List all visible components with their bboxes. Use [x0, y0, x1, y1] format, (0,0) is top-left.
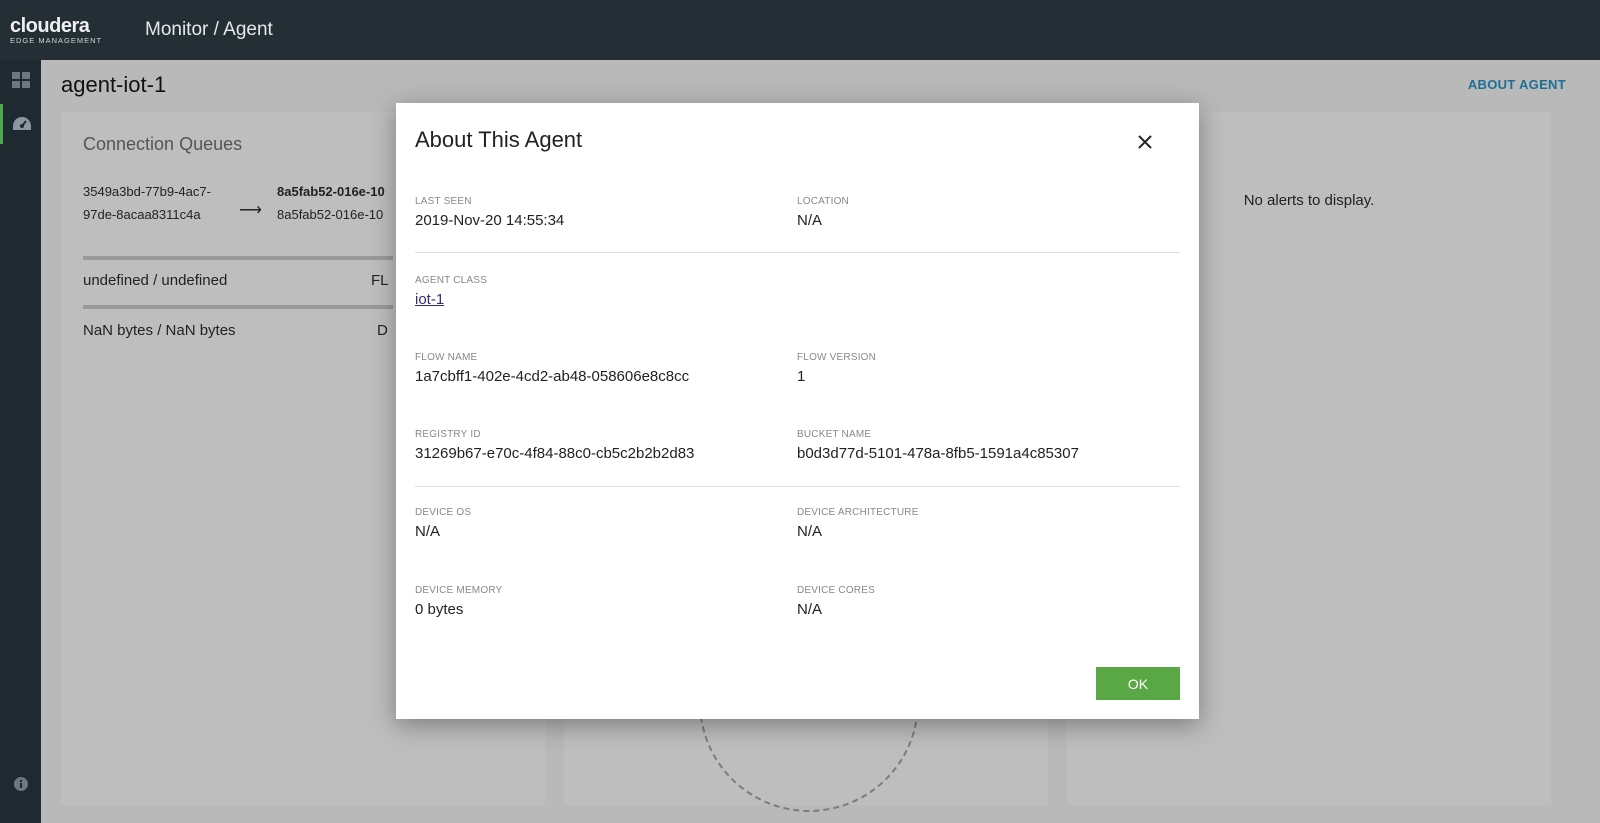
field-value: N/A [797, 212, 823, 229]
page-title: agent-iot-1 [61, 72, 167, 97]
field-label: DEVICE CORES [797, 585, 875, 596]
flow-name-field: FLOW NAME 1a7cbff1-402e-4cd2-ab48-058606… [415, 352, 689, 385]
agent-class-field: AGENT CLASS iot-1 [415, 275, 487, 308]
field-label: FLOW NAME [415, 352, 478, 363]
bytes-progress-bar [83, 305, 393, 309]
field-label: DEVICE OS [415, 507, 472, 518]
device-memory-field: DEVICE MEMORY 0 bytes [415, 585, 502, 618]
flowfiles-stat-right: FL [371, 272, 389, 289]
queue-destination-id: 8a5fab52-016e-10 [277, 207, 384, 222]
field-label: DEVICE ARCHITECTURE [797, 507, 919, 518]
field-value: 31269b67-e70c-4f84-88c0-cb5c2b2b2d83 [415, 445, 695, 462]
gauge-icon[interactable] [0, 104, 41, 144]
field-label: FLOW VERSION [797, 352, 877, 363]
arrow-right-icon: ⟶ [239, 202, 262, 219]
field-value: 2019-Nov-20 14:55:34 [415, 212, 565, 229]
field-label: LAST SEEN [415, 196, 472, 207]
field-value: N/A [415, 523, 441, 540]
logo-sub: EDGE MANAGEMENT [10, 35, 103, 45]
device-os-field: DEVICE OS N/A [415, 507, 471, 540]
queue-destination-name: 8a5fab52-016e-10 [277, 184, 385, 199]
field-value: b0d3d77d-5101-478a-8fb5-1591a4c85307 [797, 445, 1079, 462]
about-agent-link[interactable]: ABOUT AGENT [1468, 77, 1566, 92]
logo-main: cloudera [10, 14, 90, 37]
field-value: N/A [797, 523, 823, 540]
field-label: LOCATION [797, 196, 849, 207]
top-bar: cloudera EDGE MANAGEMENT Monitor / Agent [0, 0, 1600, 60]
info-icon[interactable] [0, 764, 41, 804]
flow-version-field: FLOW VERSION 1 [797, 352, 876, 385]
field-value-wrap: iot-1 [415, 291, 487, 308]
dialog-title: About This Agent [415, 127, 583, 152]
field-value: N/A [797, 601, 823, 618]
logo[interactable]: cloudera EDGE MANAGEMENT [0, 16, 145, 45]
close-icon[interactable] [1132, 129, 1158, 155]
divider [415, 486, 1180, 487]
location-field: LOCATION N/A [797, 196, 849, 229]
ok-button[interactable]: OK [1096, 667, 1180, 700]
registry-id-field: REGISTRY ID 31269b67-e70c-4f84-88c0-cb5c… [415, 429, 694, 462]
bytes-stat-right: D [377, 322, 388, 339]
panel-title: Connection Queues [83, 134, 243, 154]
field-value: 1 [797, 368, 806, 385]
agent-class-link[interactable]: iot-1 [415, 291, 444, 308]
bucket-name-field: BUCKET NAME b0d3d77d-5101-478a-8fb5-1591… [797, 429, 1079, 462]
flowfiles-stat: undefined / undefined [83, 272, 228, 289]
last-seen-field: LAST SEEN 2019-Nov-20 14:55:34 [415, 196, 564, 229]
field-label: REGISTRY ID [415, 429, 481, 440]
left-rail [0, 60, 41, 823]
breadcrumb: Monitor / Agent [145, 19, 273, 40]
field-label: DEVICE MEMORY [415, 585, 503, 596]
queue-source-id: 3549a3bd-77b9-4ac7-97de-8acaa8311c4a [83, 184, 211, 222]
field-label: BUCKET NAME [797, 429, 872, 440]
field-label: AGENT CLASS [415, 275, 488, 286]
device-cores-field: DEVICE CORES N/A [797, 585, 875, 618]
field-value: 0 bytes [415, 601, 464, 618]
flowfiles-progress-bar [83, 256, 393, 260]
queue-destination: 8a5fab52-016e-10 8a5fab52-016e-10 [277, 180, 385, 226]
field-value: 1a7cbff1-402e-4cd2-ab48-058606e8c8cc [415, 368, 690, 385]
dashboard-grid-icon[interactable] [0, 60, 41, 100]
device-architecture-field: DEVICE ARCHITECTURE N/A [797, 507, 919, 540]
divider [415, 252, 1180, 253]
bytes-stat: NaN bytes / NaN bytes [83, 322, 236, 339]
about-agent-dialog: About This Agent LAST SEEN 2019-Nov-20 1… [396, 103, 1199, 719]
